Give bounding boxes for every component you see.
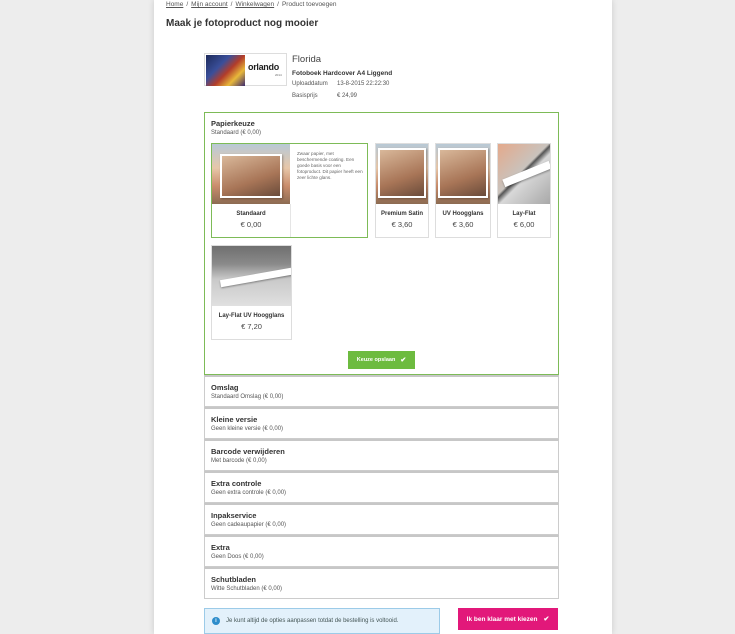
section-schutbladen[interactable]: Schutbladen Witte Schutbladen (€ 0,00) xyxy=(204,567,559,599)
section-title: Extra xyxy=(211,543,230,552)
info-notice: i Je kunt altijd de opties aanpassen tot… xyxy=(204,608,440,634)
breadcrumb-cart-link[interactable]: Winkelwagen xyxy=(235,1,274,8)
paper-option-price: € 3,60 xyxy=(452,220,474,229)
section-sub: Met barcode (€ 0,00) xyxy=(211,458,267,464)
paper-option-uv-hoogglans[interactable]: UV Hoogglans € 3,60 xyxy=(435,143,491,238)
section-kleine-versie[interactable]: Kleine versie Geen kleine versie (€ 0,00… xyxy=(204,407,559,439)
paper-image xyxy=(376,144,428,204)
paper-option-lay-flat[interactable]: Lay-Flat € 6,00 xyxy=(497,143,551,238)
price-value: € 24,99 xyxy=(337,93,358,99)
paper-option-name: Standaard xyxy=(236,211,266,217)
notice-text: Je kunt altijd de opties aanpassen totda… xyxy=(226,618,399,624)
upload-row: Uploaddatum 13-8-2015 22:22:30 xyxy=(292,81,389,87)
section-title: Omslag xyxy=(211,383,239,392)
thumbnail-logo: orlando xyxy=(248,62,279,72)
price-row: Basisprijs € 24,99 xyxy=(292,93,357,99)
done-choosing-label: Ik ben klaar met kiezen xyxy=(466,615,538,623)
section-title: Schutbladen xyxy=(211,575,257,584)
paper-option-name: Premium Satin xyxy=(380,211,423,217)
paper-option-name: Lay-Flat xyxy=(512,211,536,217)
paper-option-price: € 3,60 xyxy=(391,220,413,229)
price-label: Basisprijs xyxy=(292,93,318,99)
main-content: Home / Mijn account / Winkelwagen / Product to… xyxy=(154,0,612,634)
section-title: Kleine versie xyxy=(211,415,258,424)
paper-option-price: € 6,00 xyxy=(513,220,535,229)
section-extra-controle[interactable]: Extra controle Geen extra controle (€ 0,… xyxy=(204,471,559,503)
paper-image xyxy=(212,246,291,306)
section-sub: Geen cadeaupapier (€ 0,00) xyxy=(211,522,287,528)
product-thumbnail: orlando 2014 xyxy=(204,53,287,86)
section-sub: Witte Schutbladen (€ 0,00) xyxy=(211,586,283,592)
section-extra[interactable]: Extra Geen Doos (€ 0,00) xyxy=(204,535,559,567)
breadcrumb: Home / Mijn account / Winkelwagen / Product to… xyxy=(166,1,337,8)
paper-option-standaard[interactable]: Zwaar papier, met beschermende coating. … xyxy=(211,143,368,238)
paper-option-name: Lay-Flat UV Hoogglans xyxy=(218,313,285,319)
product-type: Fotoboek Hardcover A4 Liggend xyxy=(292,70,393,77)
upload-value: 13-8-2015 22:22:30 xyxy=(337,81,390,87)
section-title: Extra controle xyxy=(211,479,262,488)
save-choice-button[interactable]: Keuze opslaan ✔ xyxy=(348,351,415,369)
section-barcode[interactable]: Barcode verwijderen Met barcode (€ 0,00) xyxy=(204,439,559,471)
section-sub: Geen extra controle (€ 0,00) xyxy=(211,490,287,496)
done-choosing-button[interactable]: Ik ben klaar met kiezen ✔ xyxy=(458,608,558,630)
paper-option-lay-flat-uv-hoogglans[interactable]: Lay-Flat UV Hoogglans € 7,20 xyxy=(211,245,292,340)
breadcrumb-home-link[interactable]: Home xyxy=(166,1,183,8)
paper-option-premium-satin[interactable]: Premium Satin € 3,60 xyxy=(375,143,429,238)
upload-label: Uploaddatum xyxy=(292,81,328,87)
section-title: Inpakservice xyxy=(211,511,257,520)
paper-image xyxy=(436,144,490,204)
section-sub: Standaard Omslag (€ 0,00) xyxy=(211,394,284,400)
thumbnail-photo xyxy=(206,55,245,86)
page-title: Maak je fotoproduct nog mooier xyxy=(166,18,319,29)
section-inpakservice[interactable]: Inpakservice Geen cadeaupapier (€ 0,00) xyxy=(204,503,559,535)
card-divider xyxy=(290,204,291,237)
paper-option-price: € 0,00 xyxy=(240,220,262,229)
breadcrumb-current: Product toevoegen xyxy=(281,1,337,8)
paper-image xyxy=(212,144,290,204)
save-choice-label: Keuze opslaan xyxy=(356,357,396,363)
options-panel: Papierkeuze Standaard (€ 0,00) Zwaar pap… xyxy=(204,112,559,599)
paper-option-name: UV Hoogglans xyxy=(442,211,484,217)
info-icon: i xyxy=(212,617,220,625)
check-icon: ✔ xyxy=(400,357,407,364)
breadcrumb-account-link[interactable]: Mijn account xyxy=(191,1,228,8)
check-icon: ✔ xyxy=(543,616,550,623)
section-sub: Geen Doos (€ 0,00) xyxy=(211,554,264,560)
paper-header: Papierkeuze Standaard (€ 0,00) xyxy=(211,119,261,136)
paper-image xyxy=(498,144,550,204)
paper-option-price: € 7,20 xyxy=(241,322,262,331)
paper-description: Zwaar papier, met beschermende coating. … xyxy=(297,151,363,180)
section-title: Barcode verwijderen xyxy=(211,447,285,456)
product-name: Florida xyxy=(292,54,322,65)
paper-section: Papierkeuze Standaard (€ 0,00) Zwaar pap… xyxy=(204,112,559,375)
section-omslag[interactable]: Omslag Standaard Omslag (€ 0,00) xyxy=(204,375,559,407)
paper-current: Standaard (€ 0,00) xyxy=(211,130,262,136)
section-sub: Geen kleine versie (€ 0,00) xyxy=(211,426,284,432)
paper-title: Papierkeuze xyxy=(211,119,255,128)
thumbnail-logo-sub: 2014 xyxy=(275,73,282,77)
